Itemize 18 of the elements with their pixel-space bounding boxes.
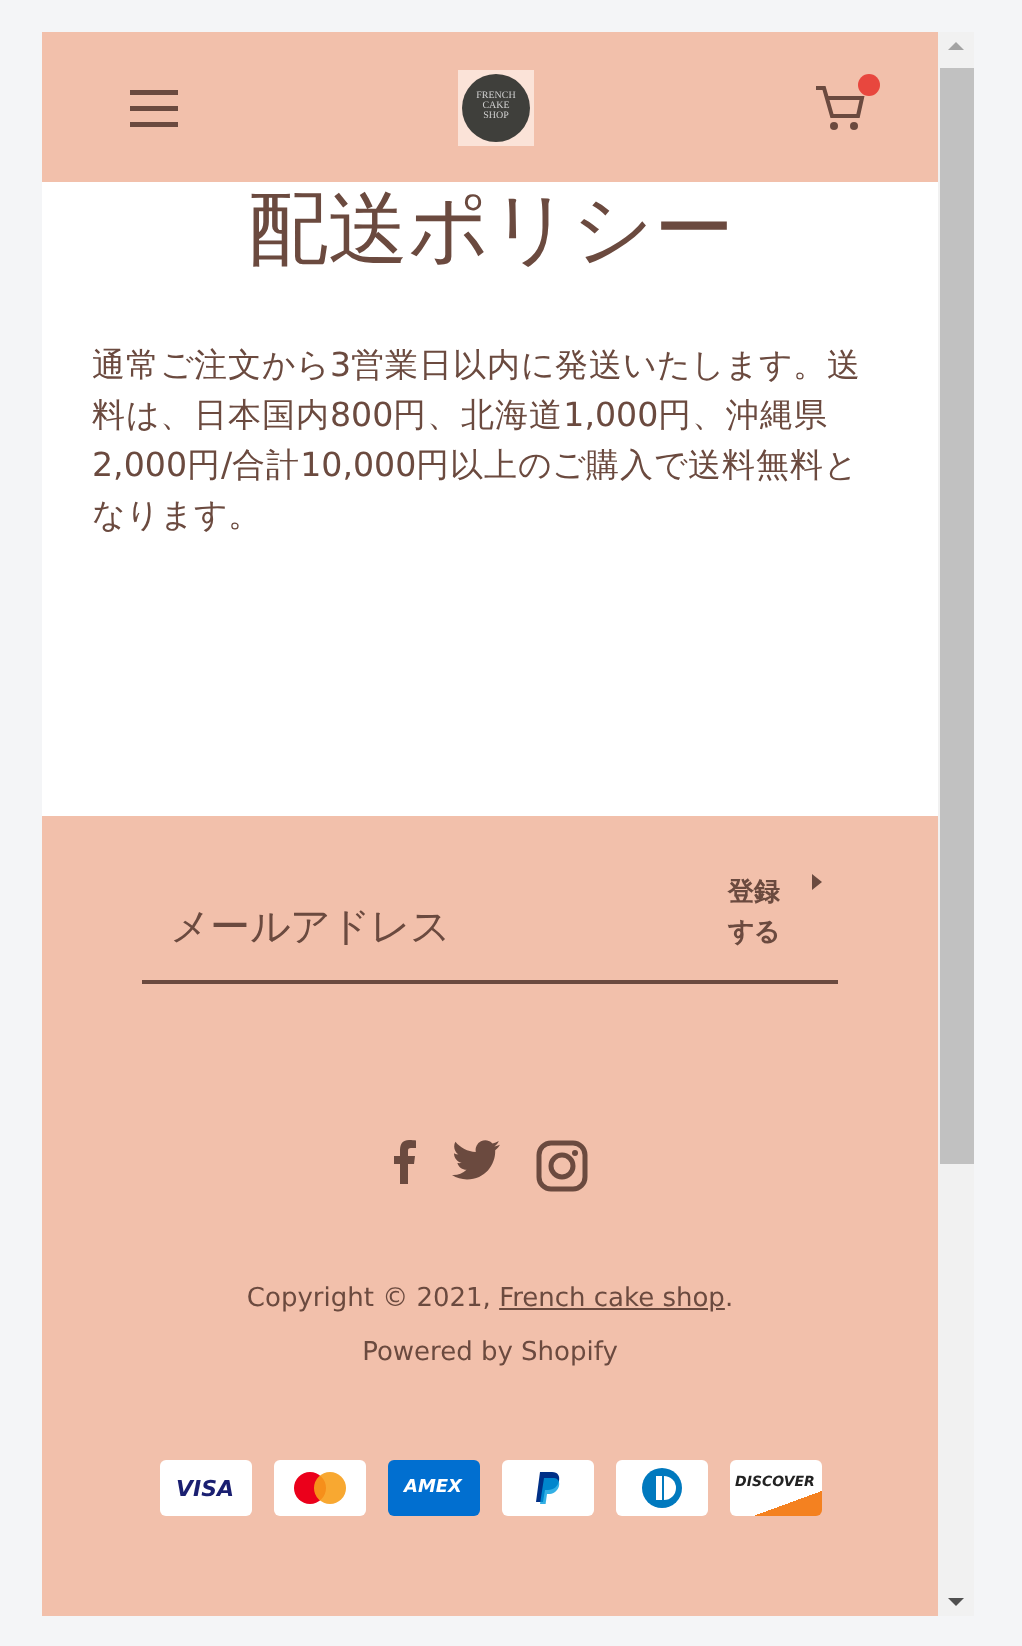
paypal-icon [535, 1472, 559, 1504]
scrollbar-thumb[interactable] [939, 68, 973, 1164]
page-title: 配送ポリシー [246, 182, 736, 278]
caret-icon [812, 874, 822, 890]
scrollbar[interactable] [938, 32, 974, 1616]
amex-card: AMEX [387, 1460, 479, 1516]
copyright-text: Copyright © 2021, French cake shop. [246, 1284, 734, 1314]
cart-icon[interactable] [814, 81, 866, 133]
diners-icon [637, 1468, 685, 1508]
circles-icon [291, 1470, 347, 1506]
email-field[interactable]: メールアドレス 登録する [142, 872, 838, 984]
shop-link[interactable]: French cake shop [499, 1284, 725, 1314]
powered-by-text: Powered by Shopify [362, 1338, 618, 1368]
visa-card: VISA [159, 1460, 251, 1516]
subscribe-button[interactable]: 登録する [728, 874, 822, 954]
policy-text: 通常ご注文から3営業日以内に発送いたします。送料は、日本国内800円、北海道1,000円、沖縄県2,000円/合計10,000円以上のご購入で送料無料となります。 [92, 344, 864, 538]
menu-icon[interactable] [130, 87, 178, 127]
instagram-icon[interactable] [536, 1140, 588, 1192]
